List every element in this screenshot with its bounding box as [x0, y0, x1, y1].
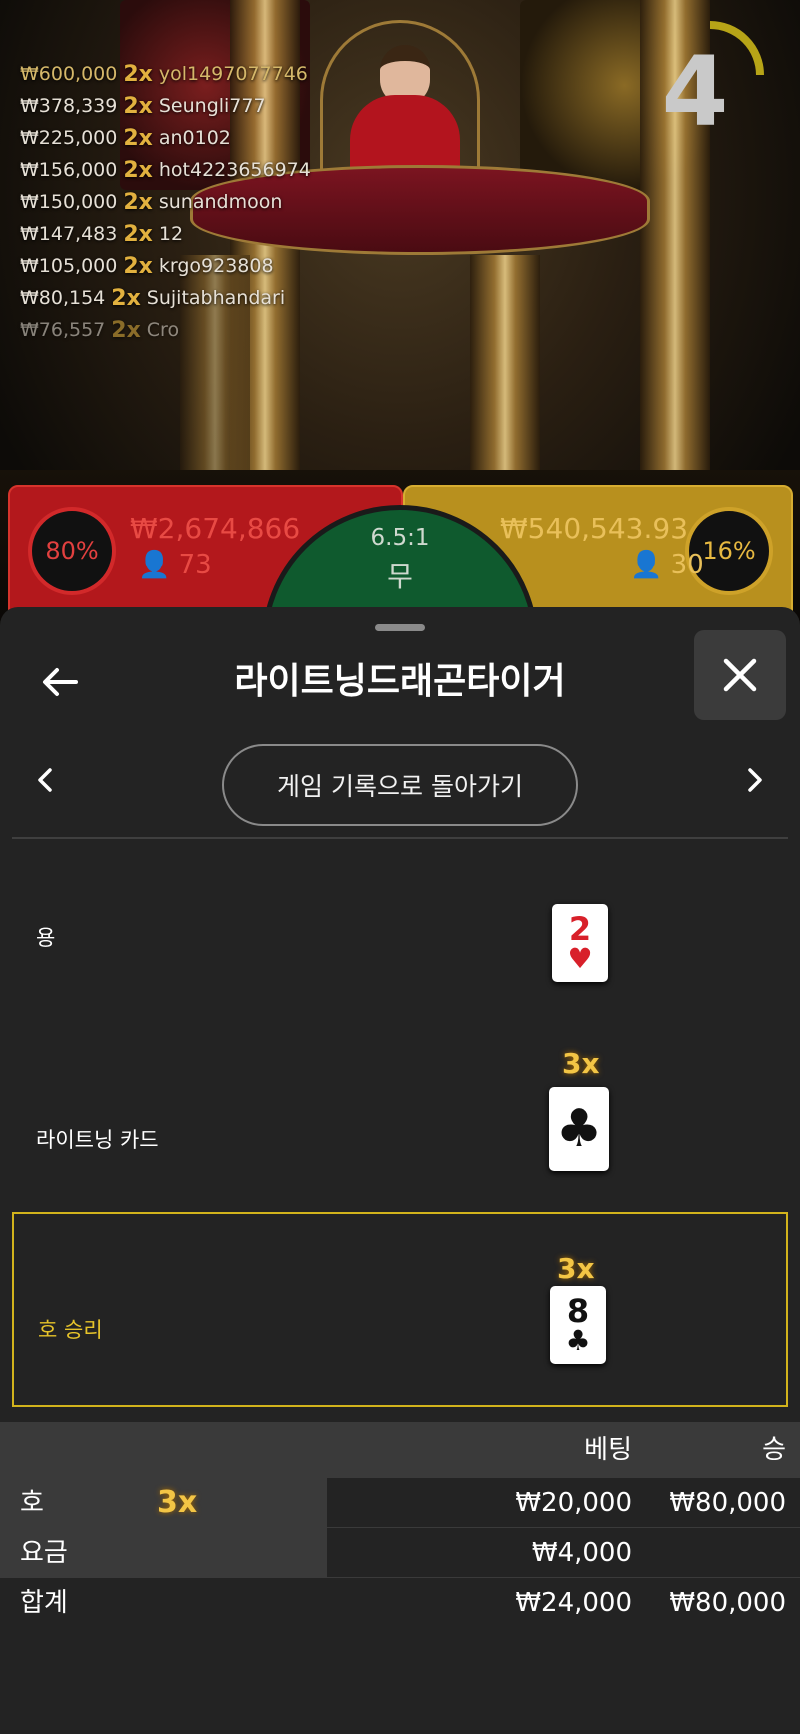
winner-entry: ₩76,557 2x Cro [20, 314, 340, 346]
winner-amount: ₩150,000 [20, 191, 118, 213]
result-row-tiger-win: 호 승리 3x 8 ♣ [12, 1212, 788, 1407]
card-multiplier: 3x [557, 1252, 595, 1285]
summary-win: ₩80,000 [669, 1588, 786, 1618]
result-row-dragon: 용 2 ♥ [12, 847, 788, 1027]
winner-entry: ₩80,154 2x Sujitabhandari [20, 282, 340, 314]
result-row-lightning: 라이트닝 카드 3x ♣ [12, 1027, 788, 1212]
summary-row: 호 3x ₩20,000 ₩80,000 [0, 1478, 800, 1528]
winner-entry: ₩600,000 2x yol1497077746 [20, 58, 340, 90]
winner-amount: ₩378,339 [20, 95, 118, 117]
card-rank: 8 [566, 1292, 590, 1330]
winner-name: Sujitabhandari [146, 287, 286, 309]
summary-bet: ₩20,000 [515, 1488, 632, 1518]
winner-name: sunandmoon [158, 191, 283, 213]
close-button[interactable] [694, 630, 786, 720]
lightning-multiplier: 3x [562, 1047, 600, 1080]
winner-entry: ₩156,000 2x hot4223656974 [20, 154, 340, 186]
winner-amount: ₩600,000 [20, 63, 118, 85]
divider [12, 837, 788, 839]
tiger-players: 👤 30 [630, 550, 704, 580]
winner-entry: ₩147,483 2x 12 [20, 218, 340, 250]
dragon-player-count: 73 [178, 550, 212, 580]
winner-entry: ₩225,000 2x an0102 [20, 122, 340, 154]
chevron-left-icon [38, 768, 52, 792]
winner-multiplier: 2x [123, 93, 153, 119]
winner-multiplier: 2x [123, 189, 153, 215]
pillar [470, 255, 540, 470]
person-icon: 👤 [630, 550, 663, 580]
chevron-right-icon [748, 768, 762, 792]
summary-bet: ₩4,000 [531, 1538, 632, 1568]
winner-name: Cro [146, 319, 180, 341]
summary-multiplier: 3x [157, 1485, 198, 1520]
winner-name: krgo923808 [158, 255, 274, 277]
winner-entry: ₩378,339 2x Seungli777 [20, 90, 340, 122]
countdown-number: 4 [661, 36, 729, 148]
next-round-button[interactable] [735, 760, 775, 800]
winner-name: an0102 [158, 127, 231, 149]
drag-handle[interactable] [375, 624, 425, 631]
winner-entry: ₩105,000 2x krgo923808 [20, 250, 340, 282]
winner-multiplier: 2x [123, 253, 153, 279]
result-label: 용 [36, 926, 56, 950]
winner-multiplier: 2x [123, 125, 153, 151]
sheet-title: 라이트닝드래곤타이거 [234, 661, 566, 702]
winner-amount: ₩156,000 [20, 159, 118, 181]
winner-name: yol1497077746 [158, 63, 308, 85]
back-button[interactable] [30, 652, 90, 712]
winner-name: Seungli777 [158, 95, 266, 117]
win-column-header: 승 [762, 1435, 786, 1465]
winner-name: hot4223656974 [158, 159, 311, 181]
dragon-percent: 80% [28, 507, 116, 595]
result-label: 호 승리 [38, 1318, 103, 1342]
tiger-player-count: 30 [670, 550, 704, 580]
back-to-history-button[interactable]: 게임 기록으로 돌아가기 [222, 744, 578, 826]
back-arrow-icon [43, 668, 78, 696]
dragon-players: 👤 73 [138, 550, 212, 580]
close-icon [723, 658, 757, 692]
game-history-sheet: 라이트닝드래곤타이거 게임 기록으로 돌아가기 용 2 ♥ 라이트닝 카드 3x… [0, 607, 800, 1734]
winner-multiplier: 2x [111, 317, 141, 343]
winner-amount: ₩147,483 [20, 223, 118, 245]
winner-amount: ₩105,000 [20, 255, 118, 277]
playing-card: 2 ♥ [552, 904, 608, 982]
summary-win: ₩80,000 [669, 1488, 786, 1518]
tie-label: 무 [387, 560, 413, 593]
winner-amount: ₩80,154 [20, 287, 106, 309]
heart-suit-icon: ♥ [567, 942, 593, 975]
summary-total-row: 합계 ₩24,000 ₩80,000 [0, 1578, 800, 1628]
summary-label: 요금 [20, 1538, 68, 1568]
summary-row: 요금 ₩4,000 [0, 1528, 800, 1578]
winner-multiplier: 2x [123, 157, 153, 183]
club-suit-icon: ♣ [565, 1324, 591, 1357]
playing-card: ♣ [549, 1087, 609, 1171]
winner-multiplier: 2x [123, 61, 153, 87]
bet-column-header: 베팅 [584, 1435, 632, 1465]
club-suit-icon: ♣ [555, 1099, 603, 1159]
winner-multiplier: 2x [123, 221, 153, 247]
summary-header: 베팅 승 [0, 1422, 800, 1478]
previous-round-button[interactable] [25, 760, 65, 800]
result-label: 라이트닝 카드 [36, 1128, 159, 1152]
summary-label: 합계 [20, 1588, 68, 1618]
summary-bet: ₩24,000 [515, 1588, 632, 1618]
playing-card: 8 ♣ [550, 1286, 606, 1364]
winner-amount: ₩76,557 [20, 319, 106, 341]
winner-multiplier: 2x [111, 285, 141, 311]
winner-amount: ₩225,000 [20, 127, 118, 149]
winner-name: 12 [158, 223, 184, 245]
bet-summary-table: 베팅 승 호 3x ₩20,000 ₩80,000 요금 ₩4,000 합계 ₩… [0, 1422, 800, 1628]
winners-list: ₩600,000 2x yol1497077746 ₩378,339 2x Seungli… [20, 58, 340, 346]
card-rank: 2 [568, 910, 592, 948]
person-icon: 👤 [138, 550, 171, 580]
tie-odds: 6.5:1 [370, 525, 430, 551]
summary-label: 호 [20, 1488, 44, 1518]
winner-entry: ₩150,000 2x sunandmoon [20, 186, 340, 218]
